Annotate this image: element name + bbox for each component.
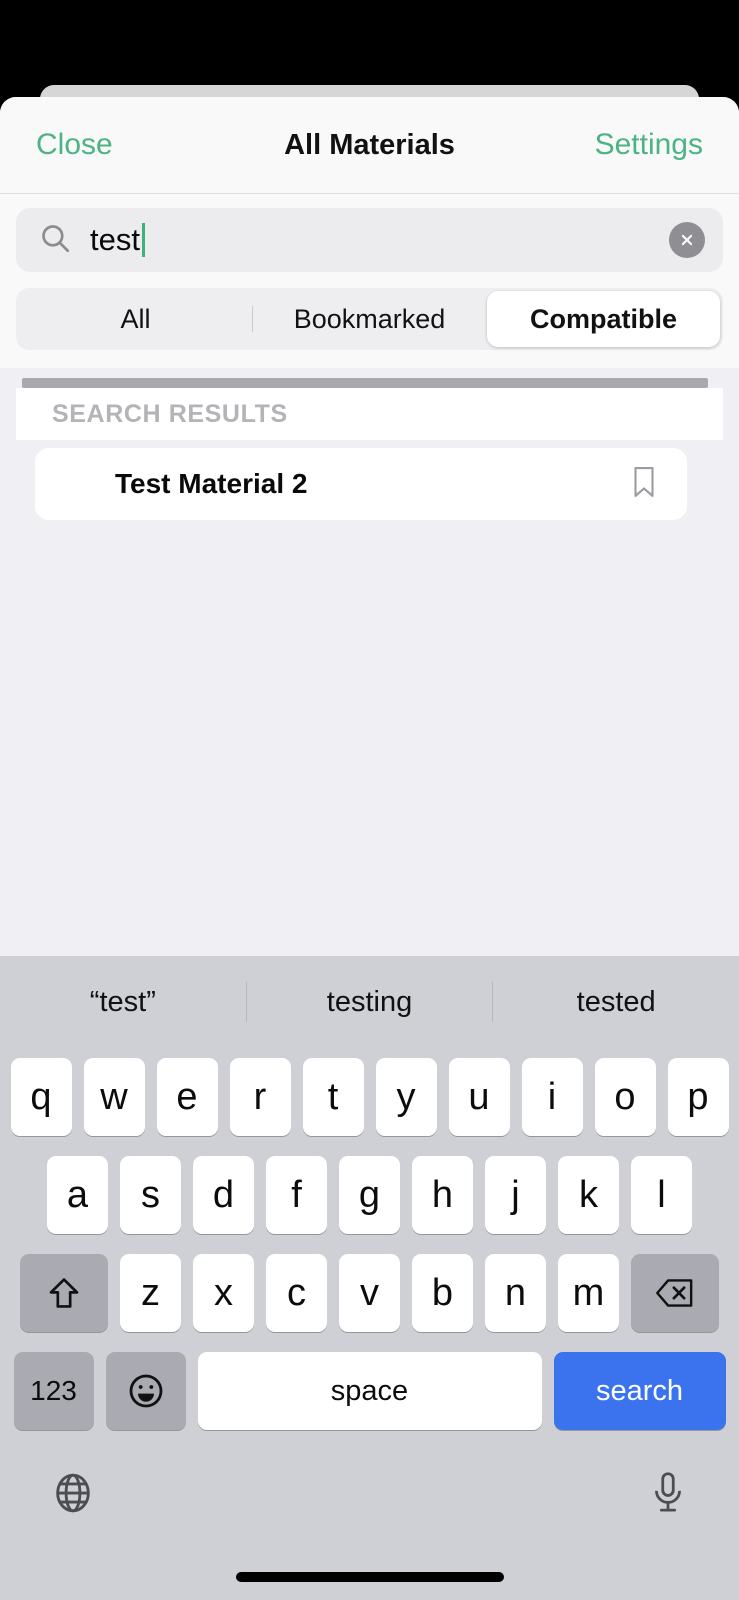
key-f[interactable]: f bbox=[266, 1156, 327, 1234]
search-input[interactable]: test bbox=[16, 208, 723, 272]
backspace-icon bbox=[655, 1277, 695, 1309]
shift-key[interactable] bbox=[20, 1254, 108, 1332]
microphone-icon[interactable] bbox=[647, 1470, 689, 1521]
emoji-smiley-icon bbox=[126, 1371, 166, 1411]
keyboard-bottom-bar bbox=[0, 1440, 739, 1550]
search-bar-container: test bbox=[0, 194, 739, 288]
key-p[interactable]: p bbox=[668, 1058, 729, 1136]
tab-compatible[interactable]: Compatible bbox=[487, 291, 720, 347]
key-k[interactable]: k bbox=[558, 1156, 619, 1234]
key-y[interactable]: y bbox=[376, 1058, 437, 1136]
key-s[interactable]: s bbox=[120, 1156, 181, 1234]
home-indicator bbox=[236, 1572, 504, 1582]
close-button[interactable]: Close bbox=[36, 128, 113, 162]
search-input-value: test bbox=[90, 222, 145, 258]
key-w[interactable]: w bbox=[84, 1058, 145, 1136]
key-d[interactable]: d bbox=[193, 1156, 254, 1234]
key-u[interactable]: u bbox=[449, 1058, 510, 1136]
segmented-control: All Bookmarked Compatible bbox=[16, 288, 723, 350]
key-v[interactable]: v bbox=[339, 1254, 400, 1332]
search-return-key[interactable]: search bbox=[554, 1352, 726, 1430]
key-l[interactable]: l bbox=[631, 1156, 692, 1234]
backspace-key[interactable] bbox=[631, 1254, 719, 1332]
key-t[interactable]: t bbox=[303, 1058, 364, 1136]
key-r[interactable]: r bbox=[230, 1058, 291, 1136]
navigation-bar: Close All Materials Settings bbox=[0, 97, 739, 194]
suggestion-third[interactable]: tested bbox=[493, 986, 739, 1019]
key-o[interactable]: o bbox=[595, 1058, 656, 1136]
section-header-label: SEARCH RESULTS bbox=[52, 400, 288, 429]
suggestion-quoted[interactable]: “test” bbox=[0, 986, 246, 1019]
key-e[interactable]: e bbox=[157, 1058, 218, 1136]
search-results-section-header: SEARCH RESULTS bbox=[16, 388, 723, 440]
suggestion-second[interactable]: testing bbox=[247, 986, 493, 1019]
tab-bookmarked[interactable]: Bookmarked bbox=[253, 291, 486, 347]
tab-all[interactable]: All bbox=[19, 291, 252, 347]
virtual-keyboard: “test” testing tested q w e r t y u i o … bbox=[0, 956, 739, 1600]
text-cursor bbox=[142, 223, 145, 257]
shift-arrow-icon bbox=[45, 1274, 83, 1312]
clear-search-button[interactable] bbox=[669, 222, 705, 258]
filter-tabs-container: All Bookmarked Compatible bbox=[0, 288, 739, 368]
phone-screen: Close All Materials Settings test bbox=[0, 0, 739, 1600]
close-icon bbox=[676, 229, 698, 251]
modal-sheet: Close All Materials Settings test bbox=[0, 97, 739, 1600]
key-x[interactable]: x bbox=[193, 1254, 254, 1332]
keyboard-row-2: a s d f g h j k l bbox=[0, 1146, 739, 1244]
scrollbar[interactable] bbox=[22, 378, 708, 388]
key-b[interactable]: b bbox=[412, 1254, 473, 1332]
keyboard-row-1: q w e r t y u i o p bbox=[0, 1048, 739, 1146]
key-j[interactable]: j bbox=[485, 1156, 546, 1234]
key-n[interactable]: n bbox=[485, 1254, 546, 1332]
key-g[interactable]: g bbox=[339, 1156, 400, 1234]
search-text: test bbox=[90, 222, 140, 258]
keyboard-row-3: z x c v b n m bbox=[0, 1244, 739, 1342]
results-content-area: SEARCH RESULTS Test Material 2 bbox=[0, 368, 739, 973]
key-m[interactable]: m bbox=[558, 1254, 619, 1332]
search-icon bbox=[38, 221, 72, 260]
globe-icon[interactable] bbox=[50, 1470, 96, 1521]
result-title: Test Material 2 bbox=[115, 468, 307, 500]
list-item[interactable]: Test Material 2 bbox=[35, 448, 687, 520]
key-z[interactable]: z bbox=[120, 1254, 181, 1332]
bookmark-outline-icon[interactable] bbox=[629, 465, 659, 504]
key-i[interactable]: i bbox=[522, 1058, 583, 1136]
space-key[interactable]: space bbox=[198, 1352, 542, 1430]
numbers-key[interactable]: 123 bbox=[14, 1352, 94, 1430]
keyboard-row-4: 123 space search bbox=[0, 1342, 739, 1440]
key-h[interactable]: h bbox=[412, 1156, 473, 1234]
autocomplete-suggestions-bar: “test” testing tested bbox=[0, 956, 739, 1048]
settings-button[interactable]: Settings bbox=[595, 128, 703, 162]
key-c[interactable]: c bbox=[266, 1254, 327, 1332]
key-q[interactable]: q bbox=[11, 1058, 72, 1136]
key-a[interactable]: a bbox=[47, 1156, 108, 1234]
emoji-key[interactable] bbox=[106, 1352, 186, 1430]
